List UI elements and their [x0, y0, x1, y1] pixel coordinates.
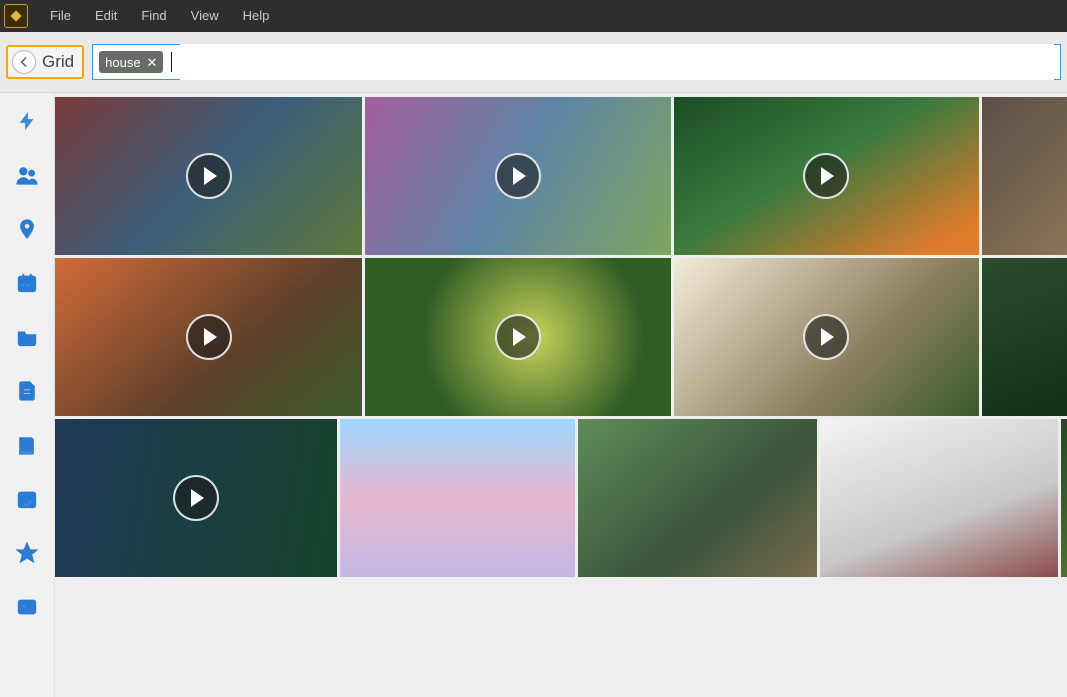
sidebar [0, 93, 55, 697]
text-caret [171, 52, 172, 72]
video-thumbnail[interactable] [365, 258, 670, 416]
remove-tag-icon[interactable]: ✕ [147, 56, 158, 69]
video-thumbnail[interactable] [55, 419, 337, 577]
book-icon[interactable] [15, 433, 39, 457]
thumbnail-grid [55, 93, 1067, 697]
play-icon[interactable] [186, 314, 232, 360]
menu-file[interactable]: File [38, 0, 83, 32]
view-label: Grid [42, 52, 74, 72]
search-input[interactable] [180, 44, 1054, 80]
menu-help[interactable]: Help [231, 0, 282, 32]
favorites-icon[interactable] [15, 541, 39, 565]
thumb-row [55, 97, 1067, 255]
image-thumbnail[interactable] [982, 97, 1067, 255]
video-thumbnail[interactable] [365, 97, 670, 255]
menu-find[interactable]: Find [129, 0, 178, 32]
menubar: File Edit Find View Help [0, 0, 1067, 32]
thumb-row [55, 419, 1067, 577]
play-icon[interactable] [803, 314, 849, 360]
folder-icon[interactable] [15, 325, 39, 349]
image-thumbnail[interactable] [820, 419, 1058, 577]
play-icon[interactable] [173, 475, 219, 521]
image-thumbnail[interactable] [340, 419, 575, 577]
image-thumbnail[interactable] [982, 258, 1067, 416]
play-icon[interactable] [186, 153, 232, 199]
thumb-row [55, 258, 1067, 416]
app-icon[interactable] [4, 4, 28, 28]
video-thumbnail[interactable] [674, 97, 979, 255]
calendar-icon[interactable] [15, 271, 39, 295]
video-thumbnail[interactable] [55, 258, 362, 416]
main [0, 93, 1067, 697]
import-icon[interactable] [15, 109, 39, 133]
menu-view[interactable]: View [179, 0, 231, 32]
menu-edit[interactable]: Edit [83, 0, 129, 32]
search-bar[interactable]: house ✕ [92, 44, 1061, 80]
view-pill[interactable]: Grid [6, 45, 84, 79]
media-icon[interactable] [15, 595, 39, 619]
play-icon[interactable] [803, 153, 849, 199]
play-icon[interactable] [495, 314, 541, 360]
image-thumbnail[interactable] [1061, 419, 1067, 577]
back-button[interactable] [12, 50, 36, 74]
play-icon[interactable] [495, 153, 541, 199]
video-thumbnail[interactable] [55, 97, 362, 255]
nav-row: Grid house ✕ [0, 32, 1067, 93]
notes-icon[interactable] [15, 379, 39, 403]
people-icon[interactable] [15, 163, 39, 187]
search-tag-text: house [105, 55, 140, 70]
image-thumbnail[interactable] [578, 419, 816, 577]
places-icon[interactable] [15, 217, 39, 241]
search-tag-chip[interactable]: house ✕ [99, 51, 163, 73]
events-icon[interactable] [15, 487, 39, 511]
video-thumbnail[interactable] [674, 258, 979, 416]
